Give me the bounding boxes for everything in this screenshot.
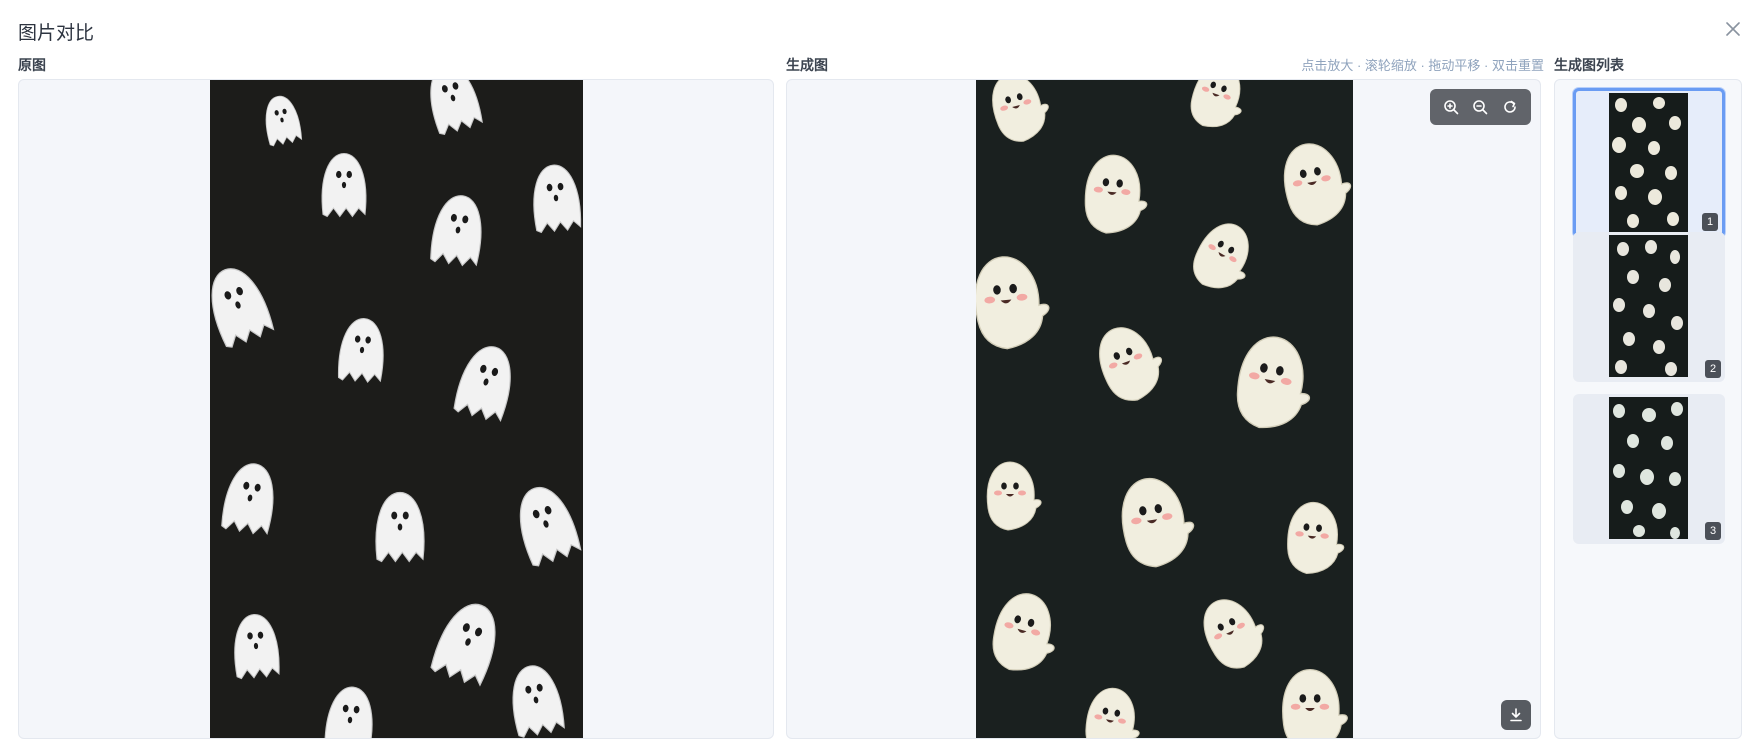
original-label: 原图: [18, 57, 46, 73]
generated-image[interactable]: [976, 80, 1353, 738]
original-image[interactable]: [210, 80, 583, 738]
zoom-in-button[interactable]: [1439, 95, 1463, 119]
generated-label: 生成图: [786, 57, 828, 73]
thumbnail-item[interactable]: 3: [1573, 394, 1725, 544]
image-compare-dialog: 图片对比 原图 生成图 点击放大 · 滚轮缩放 · 拖动平移 · 双击重置 生成…: [0, 0, 1762, 746]
zoom-out-icon: [1473, 100, 1488, 115]
thumbnail-badge: 2: [1705, 360, 1721, 378]
thumbnail-image: [1609, 235, 1688, 377]
zoom-in-icon: [1444, 100, 1459, 115]
generated-panel: [786, 79, 1541, 739]
dialog-title: 图片对比: [18, 23, 95, 44]
download-button[interactable]: [1501, 700, 1531, 730]
close-icon: [1726, 22, 1740, 36]
thumbnail-badge: 1: [1702, 213, 1718, 231]
generated-list-label: 生成图列表: [1554, 57, 1624, 73]
download-icon: [1510, 708, 1522, 722]
reset-zoom-button[interactable]: [1498, 95, 1522, 119]
reset-icon: [1504, 100, 1516, 113]
thumbnail-image: [1609, 93, 1688, 235]
thumbnail-image: [1609, 397, 1688, 539]
close-button[interactable]: [1722, 18, 1744, 40]
thumbnail-badge: 3: [1705, 522, 1721, 540]
thumbnail-item[interactable]: 1: [1573, 88, 1725, 238]
interaction-hint: 点击放大 · 滚轮缩放 · 拖动平移 · 双击重置: [1301, 58, 1544, 73]
thumbnail-item[interactable]: 2: [1573, 232, 1725, 382]
original-panel: [18, 79, 774, 739]
generated-list-panel: 1 2 3: [1554, 79, 1742, 739]
zoom-toolbar: [1430, 89, 1531, 125]
zoom-out-button[interactable]: [1468, 95, 1492, 119]
